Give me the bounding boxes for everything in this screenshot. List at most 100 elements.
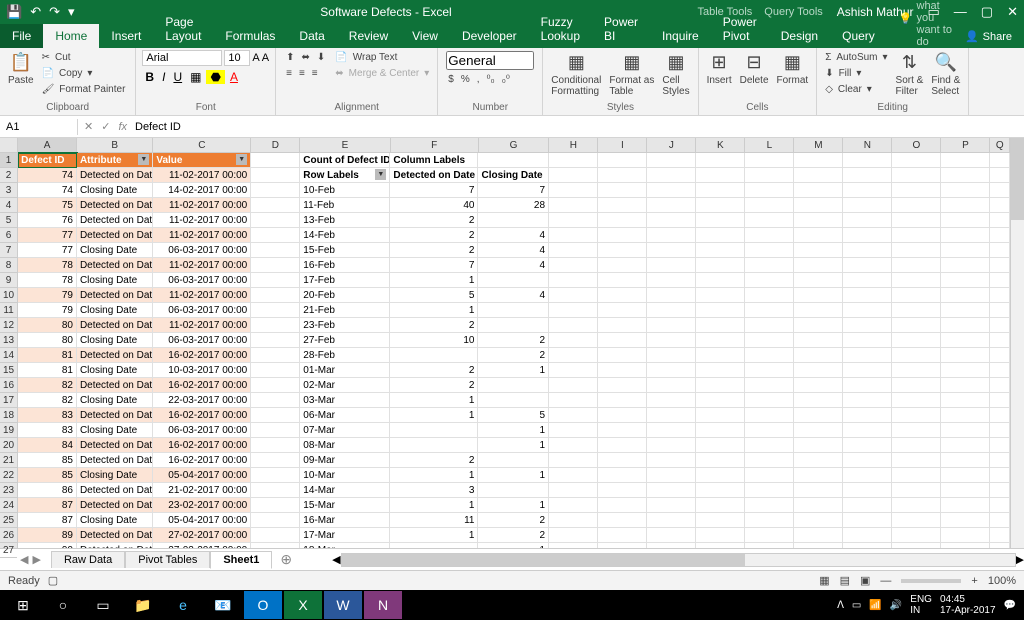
tab-query[interactable]: Query: [830, 24, 887, 48]
align-top-icon[interactable]: ⬆: [284, 51, 296, 64]
sheet-nav-prev-icon[interactable]: ◀: [20, 553, 28, 566]
percent-icon[interactable]: %: [459, 73, 472, 86]
undo-icon[interactable]: ↶: [30, 4, 41, 20]
italic-button[interactable]: I: [159, 70, 168, 84]
onenote-icon[interactable]: N: [364, 591, 402, 619]
view-pagebreak-icon[interactable]: ▣: [860, 574, 870, 587]
sheet-tab-sheet1[interactable]: Sheet1: [210, 551, 272, 569]
underline-button[interactable]: U: [170, 70, 185, 84]
format-painter-button[interactable]: 🖌 Format Painter: [40, 82, 130, 97]
row-headers[interactable]: 1234567891011121314151617181920212223242…: [0, 138, 18, 548]
insert-cells-button[interactable]: ⊞Insert: [705, 50, 734, 88]
find-select-button[interactable]: 🔍Find & Select: [929, 50, 962, 99]
bold-button[interactable]: B: [142, 70, 157, 84]
clear-button[interactable]: ◇ Clear ▾: [823, 82, 889, 97]
edge-icon[interactable]: e: [164, 591, 202, 619]
macro-record-icon[interactable]: ▢: [48, 574, 58, 587]
zoom-out-icon[interactable]: —: [880, 575, 891, 587]
app-icon[interactable]: 📧: [204, 591, 242, 619]
excel-icon[interactable]: X: [284, 591, 322, 619]
font-name-input[interactable]: [142, 50, 222, 66]
name-box[interactable]: A1: [0, 119, 78, 135]
increase-decimal-icon[interactable]: ⁰₀: [485, 73, 497, 86]
cells-area[interactable]: Defect ID▼Attribute▼Value▼Count of Defec…: [18, 153, 1010, 548]
zoom-slider[interactable]: [901, 579, 961, 583]
taskview-icon[interactable]: ▭: [84, 591, 122, 619]
tab-file[interactable]: File: [0, 24, 43, 48]
format-cells-button[interactable]: ▦Format: [775, 50, 811, 88]
sheet-nav-next-icon[interactable]: ▶: [32, 553, 40, 566]
save-icon[interactable]: 💾: [6, 4, 22, 20]
align-left-icon[interactable]: ≡: [284, 67, 294, 80]
notifications-icon[interactable]: 💬: [1004, 600, 1016, 611]
delete-cells-button[interactable]: ⊟Delete: [738, 50, 771, 88]
column-headers[interactable]: ABCDEFGHIJKLMNOPQ: [18, 138, 1010, 153]
volume-icon[interactable]: 🔊: [890, 600, 902, 611]
vertical-scrollbar[interactable]: [1010, 138, 1024, 548]
wifi-icon[interactable]: 📶: [869, 600, 881, 611]
fontcolor-button[interactable]: A: [227, 70, 241, 84]
zoom-level[interactable]: 100%: [988, 575, 1016, 587]
currency-icon[interactable]: $: [446, 73, 456, 86]
language-indicator[interactable]: ENGIN: [910, 594, 932, 616]
decrease-font-icon[interactable]: A: [262, 52, 269, 64]
decrease-decimal-icon[interactable]: ₀⁰: [500, 73, 512, 86]
fill-button[interactable]: ⬇ Fill ▾: [823, 66, 889, 81]
font-size-input[interactable]: [224, 50, 250, 66]
view-normal-icon[interactable]: ▦: [819, 574, 829, 587]
tab-review[interactable]: Review: [337, 24, 400, 48]
redo-icon[interactable]: ↷: [49, 4, 60, 20]
outlook-icon[interactable]: O: [244, 591, 282, 619]
cancel-formula-icon[interactable]: ✕: [84, 120, 93, 133]
copy-button[interactable]: 📄 Copy ▾: [40, 66, 130, 81]
align-bottom-icon[interactable]: ⬇: [315, 51, 327, 64]
tab-formulas[interactable]: Formulas: [213, 24, 287, 48]
word-icon[interactable]: W: [324, 591, 362, 619]
formula-input[interactable]: Defect ID: [135, 121, 181, 133]
close-icon[interactable]: ✕: [1007, 4, 1018, 20]
autosum-button[interactable]: Σ AutoSum ▾: [823, 50, 889, 65]
sort-filter-button[interactable]: ⇅Sort & Filter: [894, 50, 926, 99]
enter-formula-icon[interactable]: ✓: [101, 120, 110, 133]
tab-powerpivot[interactable]: Power Pivot: [711, 10, 769, 48]
align-middle-icon[interactable]: ⬌: [300, 51, 312, 64]
start-button[interactable]: ⊞: [4, 591, 42, 619]
wrap-text-button[interactable]: 📄 Wrap Text: [333, 50, 431, 65]
number-format-select[interactable]: [446, 51, 534, 70]
tab-pagelayout[interactable]: Page Layout: [153, 10, 213, 48]
cortana-icon[interactable]: ○: [44, 591, 82, 619]
maximize-icon[interactable]: ▢: [981, 4, 993, 20]
cell-styles-button[interactable]: ▦Cell Styles: [660, 50, 691, 99]
conditional-formatting-button[interactable]: ▦Conditional Formatting: [549, 50, 603, 99]
zoom-in-icon[interactable]: +: [971, 575, 977, 587]
fx-icon[interactable]: fx: [118, 121, 127, 133]
sheet-tab-rawdata[interactable]: Raw Data: [51, 551, 125, 568]
cut-button[interactable]: ✂ Cut: [40, 50, 130, 65]
tab-design[interactable]: Design: [769, 24, 830, 48]
increase-font-icon[interactable]: A: [252, 52, 259, 64]
tab-home[interactable]: Home: [43, 24, 99, 48]
minimize-icon[interactable]: —: [954, 4, 967, 20]
fillcolor-button[interactable]: ⬣: [206, 70, 224, 84]
tab-data[interactable]: Data: [287, 24, 336, 48]
share-button[interactable]: 👤 Share: [953, 25, 1024, 48]
sheet-tab-pivottables[interactable]: Pivot Tables: [125, 551, 210, 568]
tab-developer[interactable]: Developer: [450, 24, 529, 48]
add-sheet-icon[interactable]: ⊕: [280, 551, 292, 568]
clock[interactable]: 04:4517-Apr-2017: [940, 594, 996, 616]
tell-me[interactable]: 💡 Tell me what you want to do: [899, 0, 953, 48]
tab-fuzzylookup[interactable]: Fuzzy Lookup: [529, 10, 592, 48]
tab-view[interactable]: View: [400, 24, 450, 48]
horizontal-scrollbar[interactable]: ◀▶: [332, 553, 1024, 567]
explorer-icon[interactable]: 📁: [124, 591, 162, 619]
battery-icon[interactable]: ▭: [852, 600, 861, 611]
tray-chevron-icon[interactable]: ᐱ: [837, 600, 844, 611]
view-pagelayout-icon[interactable]: ▤: [840, 574, 850, 587]
tab-insert[interactable]: Insert: [99, 24, 153, 48]
tab-inquire[interactable]: Inquire: [650, 24, 711, 48]
border-button[interactable]: ▦: [187, 70, 204, 84]
merge-center-button[interactable]: ⬌ Merge & Center ▾: [333, 66, 431, 81]
tab-powerbi[interactable]: Power BI: [592, 10, 650, 48]
align-right-icon[interactable]: ≡: [310, 67, 320, 80]
format-as-table-button[interactable]: ▦Format as Table: [607, 50, 656, 99]
